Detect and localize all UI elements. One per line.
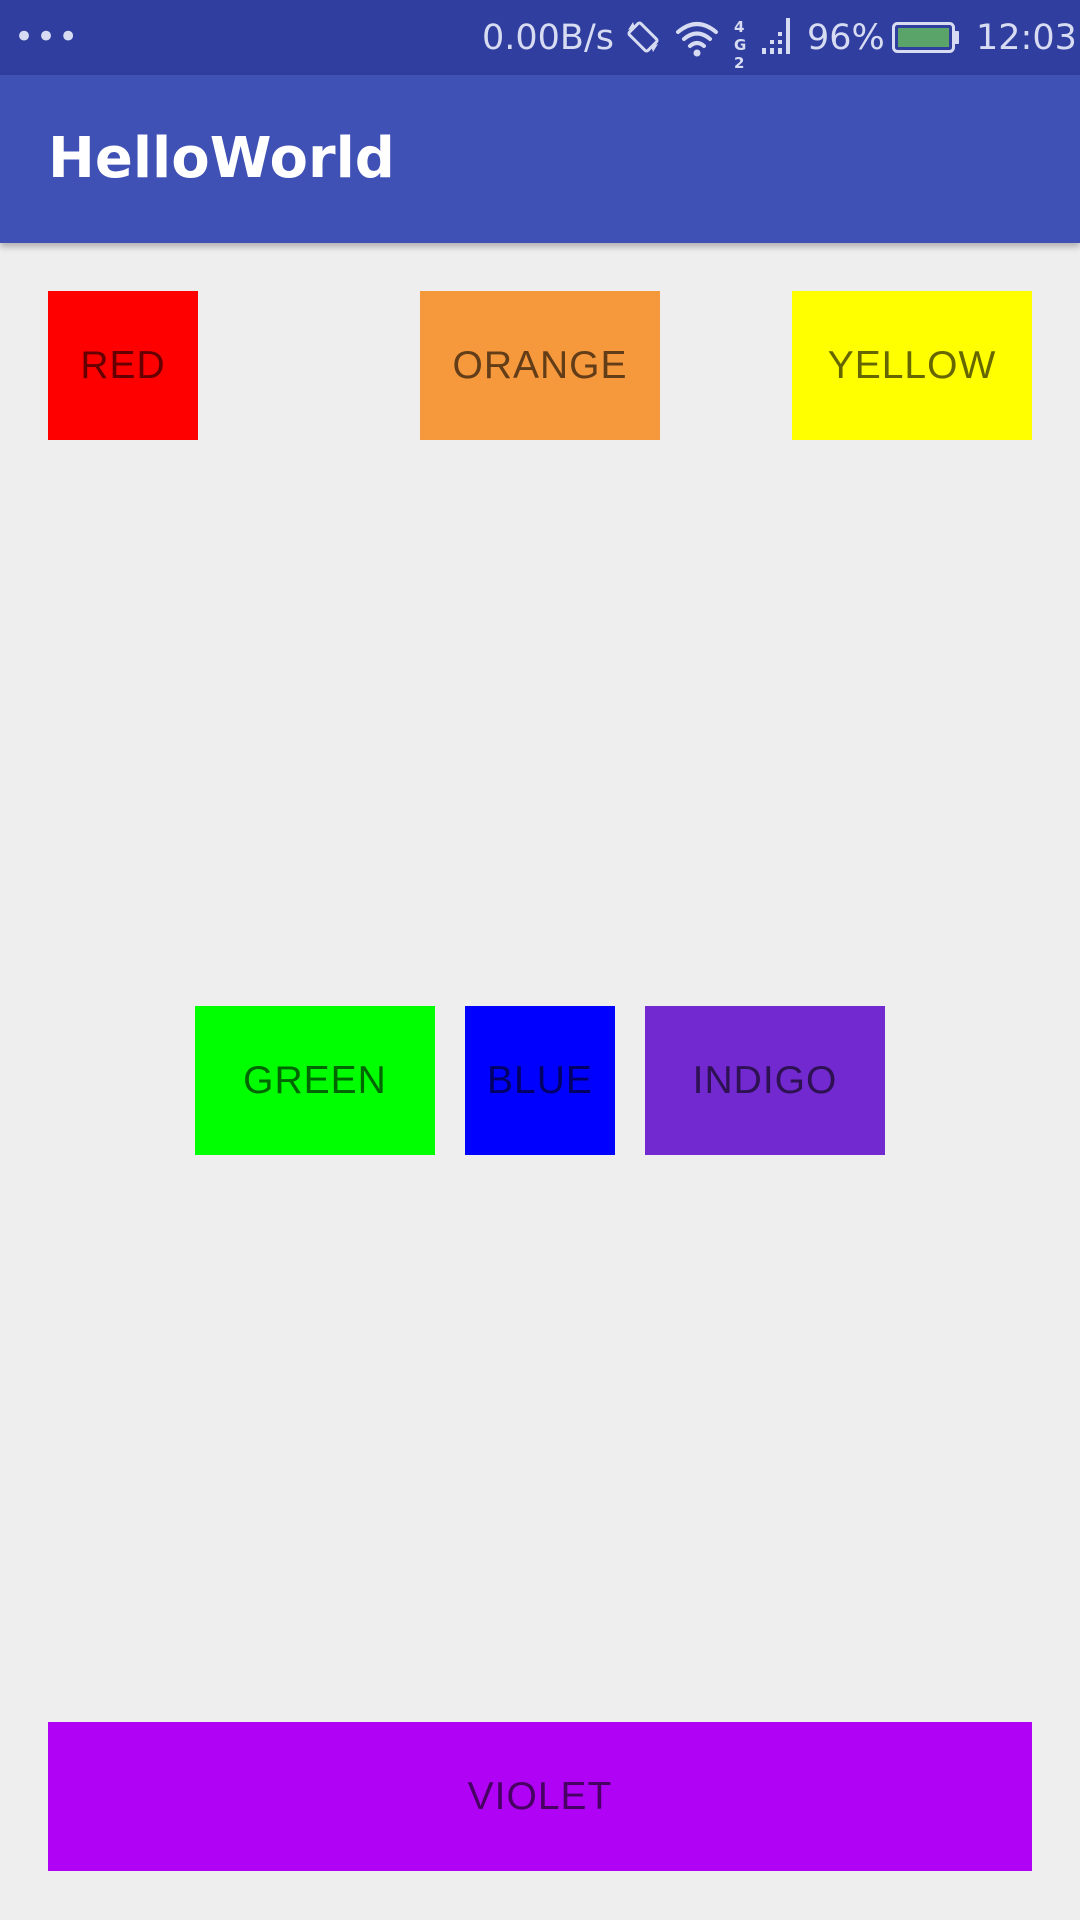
cellular-signal-icon: 4G 2G bbox=[734, 16, 796, 90]
yellow-button[interactable]: YELLOW bbox=[792, 291, 1032, 440]
green-button[interactable]: GREEN bbox=[195, 1006, 435, 1155]
battery-percent: 96% bbox=[807, 18, 885, 58]
wifi-icon bbox=[676, 22, 718, 57]
indigo-button[interactable]: INDIGO bbox=[645, 1006, 885, 1155]
rotate-lock-icon bbox=[627, 21, 659, 53]
app-title: HelloWorld bbox=[48, 126, 395, 191]
status-bar: ••• 0.00B/s 4G 2G 96 bbox=[0, 0, 1080, 90]
violet-button[interactable]: VIOLET bbox=[48, 1722, 1032, 1871]
battery-icon bbox=[892, 22, 959, 53]
network-speed: 0.00B/s bbox=[482, 18, 614, 58]
blue-button[interactable]: BLUE bbox=[465, 1006, 615, 1155]
orange-button[interactable]: ORANGE bbox=[420, 291, 660, 440]
app-bar: HelloWorld bbox=[0, 75, 1080, 243]
clock: 12:03 bbox=[976, 18, 1077, 58]
more-notifications-icon: ••• bbox=[14, 17, 81, 57]
red-button[interactable]: RED bbox=[48, 291, 198, 440]
